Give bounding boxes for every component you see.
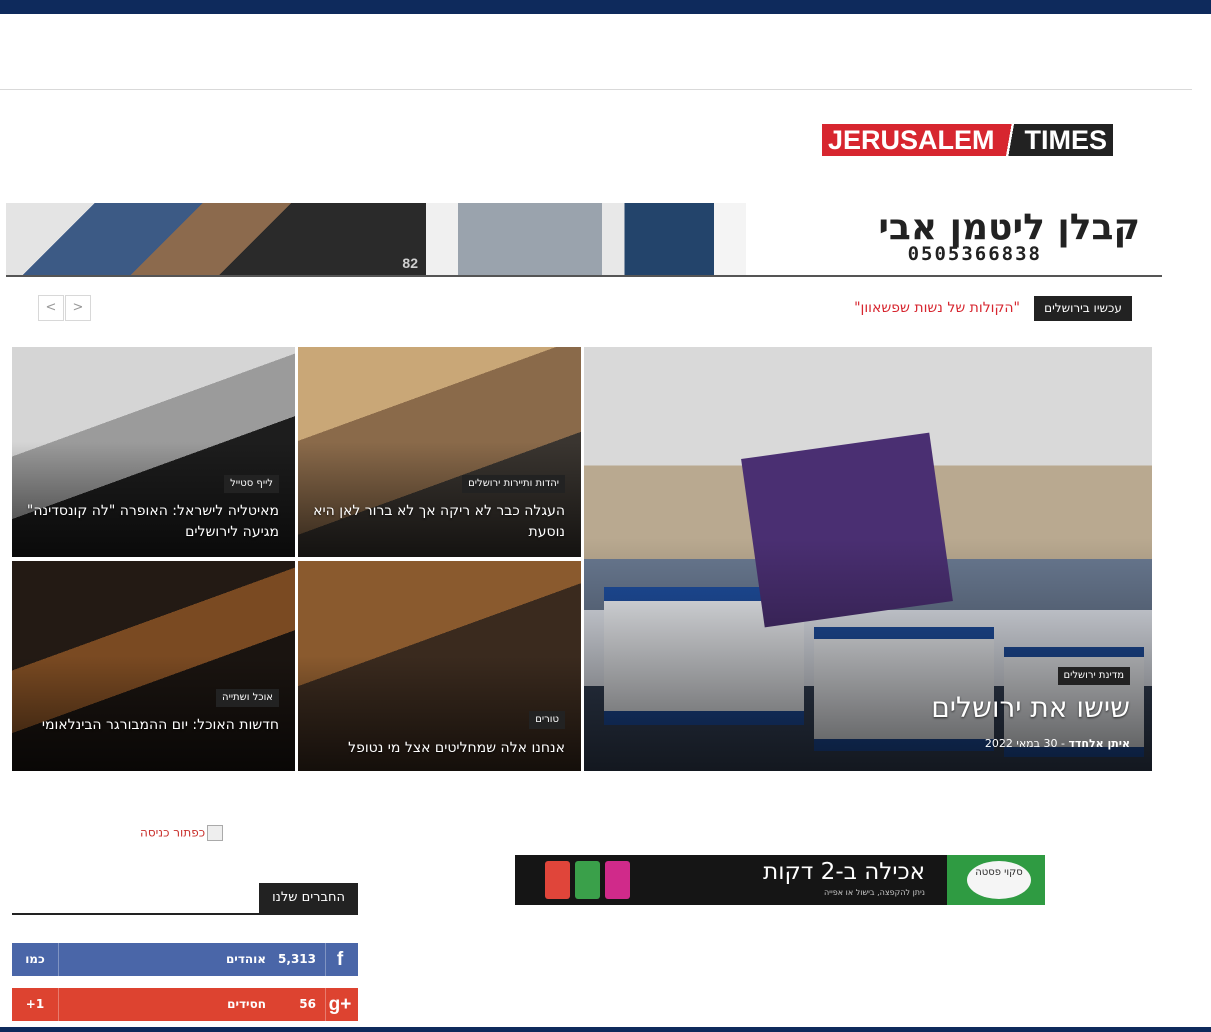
product-packages [545,861,635,899]
banner-photo-number: 82 [402,255,418,271]
ticker-next-button[interactable]: > [65,295,91,321]
food-ad-subline: ניתן להקפצה, בישול או אפייה [823,888,925,897]
logo-separator [1000,124,1019,156]
google-plus-unit: חסידים [227,997,266,1011]
feature-date: 30 במאי 2022 [984,737,1058,750]
package-image [605,861,630,899]
tile-title[interactable]: מאיטליה לישראל: האופרה "לה קונסדינה" מגי… [19,501,279,543]
ticker-label: עכשיו בירושלים [1034,296,1132,321]
tile-title[interactable]: חדשות האוכל: יום ההמבורגר הבינלאומי [19,715,279,736]
facebook-count: 5,313 [278,952,316,966]
category-badge[interactable]: אוכל ושתייה [216,689,279,707]
header-ad-banner[interactable]: 82 קבלן ליטמן אבי 0505366838 [6,203,1162,277]
banner-photo-house [426,203,746,275]
bottom-bar [0,1027,1211,1032]
banner-contractor-name: קבלן ליטמן אבי [878,207,1140,248]
food-ad-headline: אכילה ב-2 דקות [763,859,925,885]
feature-author[interactable]: איתן אלחדד [1068,737,1130,750]
facebook-like-button[interactable]: כמו [12,943,59,976]
entry-button-alt: כפתור כניסה [140,825,206,840]
package-image [575,861,600,899]
feature-meta: איתן אלחדד - 30 במאי 2022 [984,737,1130,750]
banner-photo-worker: 82 [6,203,426,275]
facebook-row[interactable]: f 5,313 אוהדים כמו [12,943,358,976]
site-logo[interactable]: JERUSALEM TIMES [822,124,1114,156]
feature-tile[interactable]: יהדות ותיירות ירושלים העגלה כבר לא ריקה … [298,347,581,557]
tile-shade [12,655,295,771]
category-badge[interactable]: מדינת ירושלים [1057,667,1130,685]
feature-tile[interactable]: אוכל ושתייה חדשות האוכל: יום ההמבורגר הב… [12,561,295,771]
google-plus-one-button[interactable]: +1 [12,988,59,1021]
food-ad-banner[interactable]: אכילה ב-2 דקות ניתן להקפצה, בישול או אפי… [515,855,1045,905]
feature-tile[interactable]: טורים אנחנו אלה שמחליטים אצל מי נטופל [298,561,581,771]
category-badge[interactable]: טורים [529,711,565,729]
entry-button-image[interactable]: כפתור כניסה [140,825,224,841]
header-divider [0,89,1192,90]
logo-jerusalem: JERUSALEM [822,124,1001,156]
feature-title[interactable]: שישו את ירושלים [931,691,1130,724]
google-plus-count: 56 [299,997,316,1011]
brand-panel: סקוי פסטה [947,855,1045,905]
google-plus-row[interactable]: g+ 56 חסידים +1 [12,988,358,1021]
friends-section-header: החברים שלנו [12,883,358,915]
ticker-nav: < > [38,295,92,321]
facebook-unit: אוהדים [225,952,266,966]
logo-times: TIMES [1018,124,1114,156]
friends-heading: החברים שלנו [259,883,358,913]
banner-phone: 0505366838 [907,243,1042,265]
feature-main[interactable]: מדינת ירושלים שישו את ירושלים איתן אלחדד… [584,347,1152,771]
ticker-headline[interactable]: "הקולות של נשות שפשאוון" [780,296,1020,321]
google-plus-icon: g+ [325,988,354,1021]
category-badge[interactable]: יהדות ותיירות ירושלים [462,475,565,493]
ticker-prev-button[interactable]: < [38,295,64,321]
category-badge[interactable]: לייף סטייל [224,475,279,493]
broken-image-icon [207,825,224,841]
facebook-icon: f [325,943,354,976]
tile-title[interactable]: העגלה כבר לא ריקה אך לא ברור לאן היא נוס… [305,501,565,543]
package-image [545,861,570,899]
feature-tile[interactable]: לייף סטייל מאיטליה לישראל: האופרה "לה קו… [12,347,295,557]
brand-logo: סקוי פסטה [967,861,1031,899]
top-bar [0,0,1211,14]
tile-title[interactable]: אנחנו אלה שמחליטים אצל מי נטופל [305,738,565,759]
